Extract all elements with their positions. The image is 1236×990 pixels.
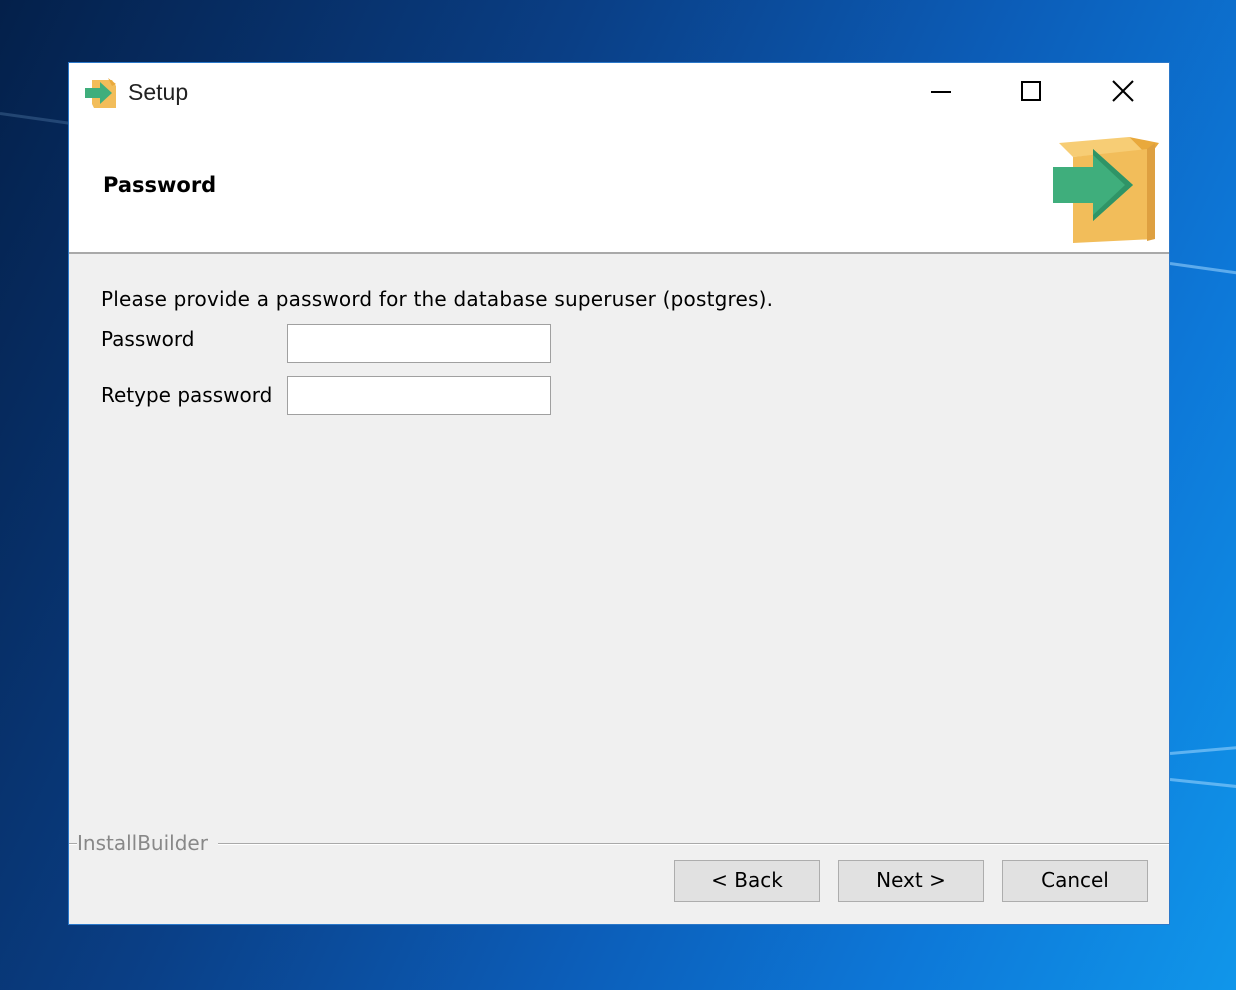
title-bar[interactable]: Setup bbox=[69, 63, 1169, 121]
retype-password-label: Retype password bbox=[101, 383, 273, 407]
window-title: Setup bbox=[128, 79, 189, 105]
cancel-button[interactable]: Cancel bbox=[1002, 860, 1148, 902]
page-title: Password bbox=[103, 173, 217, 197]
close-button[interactable] bbox=[1100, 71, 1146, 111]
footer-divider bbox=[69, 843, 1169, 845]
close-icon bbox=[1112, 80, 1134, 102]
minimize-icon bbox=[931, 91, 951, 93]
maximize-button[interactable] bbox=[1008, 71, 1054, 111]
wallpaper-light-beam bbox=[1169, 262, 1236, 278]
retype-password-input[interactable] bbox=[287, 376, 551, 415]
installbuilder-brand: InstallBuilder bbox=[77, 831, 218, 855]
wallpaper-light-beam bbox=[1169, 778, 1236, 791]
setup-window: Setup Password Please provide a password… bbox=[68, 62, 1170, 925]
installer-app-icon bbox=[85, 78, 116, 108]
header-panel: Password bbox=[69, 121, 1169, 254]
password-input[interactable] bbox=[287, 324, 551, 363]
wallpaper-light-beam bbox=[1169, 744, 1236, 755]
maximize-icon bbox=[1021, 81, 1041, 101]
installer-box-arrow-icon bbox=[1053, 137, 1159, 243]
back-button[interactable]: < Back bbox=[674, 860, 820, 902]
next-button[interactable]: Next > bbox=[838, 860, 984, 902]
minimize-button[interactable] bbox=[918, 71, 964, 111]
instruction-text: Please provide a password for the databa… bbox=[101, 287, 774, 311]
password-label: Password bbox=[101, 327, 195, 351]
